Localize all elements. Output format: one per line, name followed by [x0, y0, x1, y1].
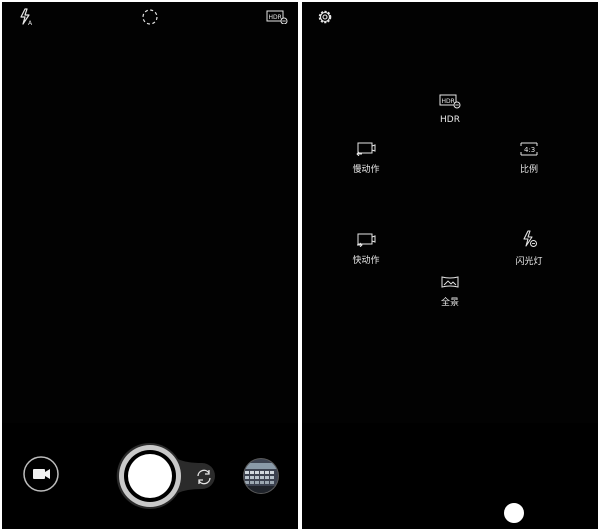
panorama-icon	[420, 275, 480, 292]
flash-auto-icon[interactable]: A	[18, 8, 34, 26]
time-lapse-icon	[336, 233, 396, 250]
camera-viewfinder-panel: A HDR	[2, 2, 298, 529]
gear-icon[interactable]	[316, 8, 334, 26]
mushroom-logo-icon	[502, 501, 526, 525]
ratio-icon: 4:3	[499, 142, 559, 159]
mode-ratio-label: 比例	[519, 165, 538, 175]
svg-text:A: A	[28, 20, 33, 26]
mode-ratio[interactable]: 4:3 比例	[499, 142, 559, 175]
mode-time-lapse[interactable]: 快动作	[336, 233, 396, 266]
svg-text:4:3: 4:3	[524, 146, 535, 154]
mode-hdr[interactable]: HDR HDR	[420, 94, 480, 125]
flash-icon	[499, 230, 559, 251]
slow-motion-icon	[336, 142, 396, 159]
camera-settings-panel: HDR HDR 慢动作 4:3 比例 快动作 闪光灯 全景	[302, 2, 598, 529]
mode-hdr-label: HDR	[440, 115, 460, 125]
video-mode-button[interactable]	[22, 455, 60, 493]
switch-camera-button[interactable]	[195, 468, 213, 486]
mode-panorama[interactable]: 全景	[420, 275, 480, 308]
camera-controls-bar	[2, 423, 298, 529]
mode-slow-motion[interactable]: 慢动作	[336, 142, 396, 175]
hdr-icon[interactable]: HDR	[266, 10, 288, 24]
mode-time-lapse-label: 快动作	[352, 256, 380, 266]
site-watermark: 亿智蘑菇 YZMG.COM	[502, 501, 594, 527]
mode-slow-motion-label: 慢动作	[352, 165, 380, 175]
gallery-thumbnail[interactable]	[242, 457, 280, 495]
svg-text:HDR: HDR	[269, 14, 282, 21]
watermark-domain: YZMG.COM	[536, 518, 592, 526]
mode-flash-label: 闪光灯	[515, 257, 543, 267]
mode-flash[interactable]: 闪光灯	[499, 230, 559, 267]
svg-text:HDR: HDR	[442, 98, 455, 105]
hdr-icon: HDR	[420, 94, 480, 112]
focus-ring-icon[interactable]	[141, 8, 159, 26]
mode-panorama-label: 全景	[440, 298, 459, 308]
